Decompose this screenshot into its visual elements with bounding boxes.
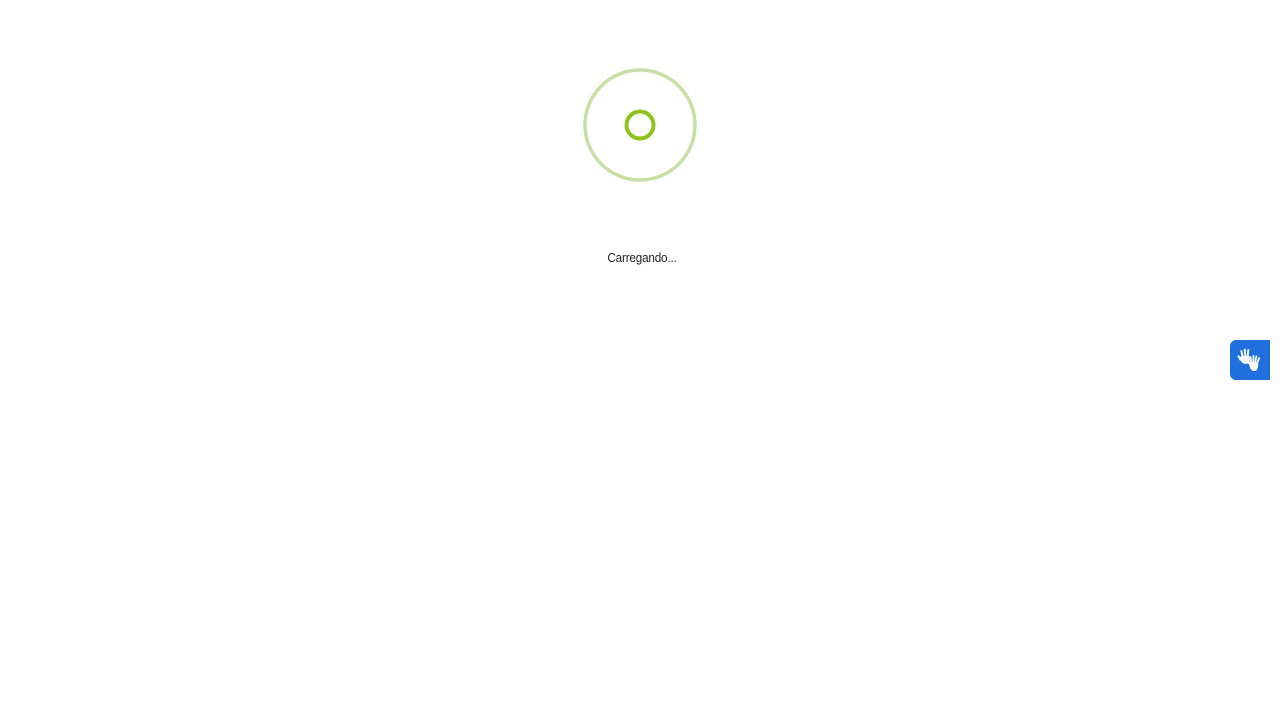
sign-language-accessibility-button[interactable] bbox=[1230, 340, 1270, 380]
loading-page: Carregando... bbox=[0, 0, 1280, 720]
loading-text: Carregando... bbox=[607, 250, 677, 265]
sign-language-hands-icon bbox=[1237, 348, 1261, 371]
spinner-graphic bbox=[583, 68, 697, 182]
spinner-outer-ring bbox=[583, 68, 697, 182]
loading-spinner bbox=[582, 67, 698, 183]
spinner-inner-ring bbox=[624, 109, 656, 141]
